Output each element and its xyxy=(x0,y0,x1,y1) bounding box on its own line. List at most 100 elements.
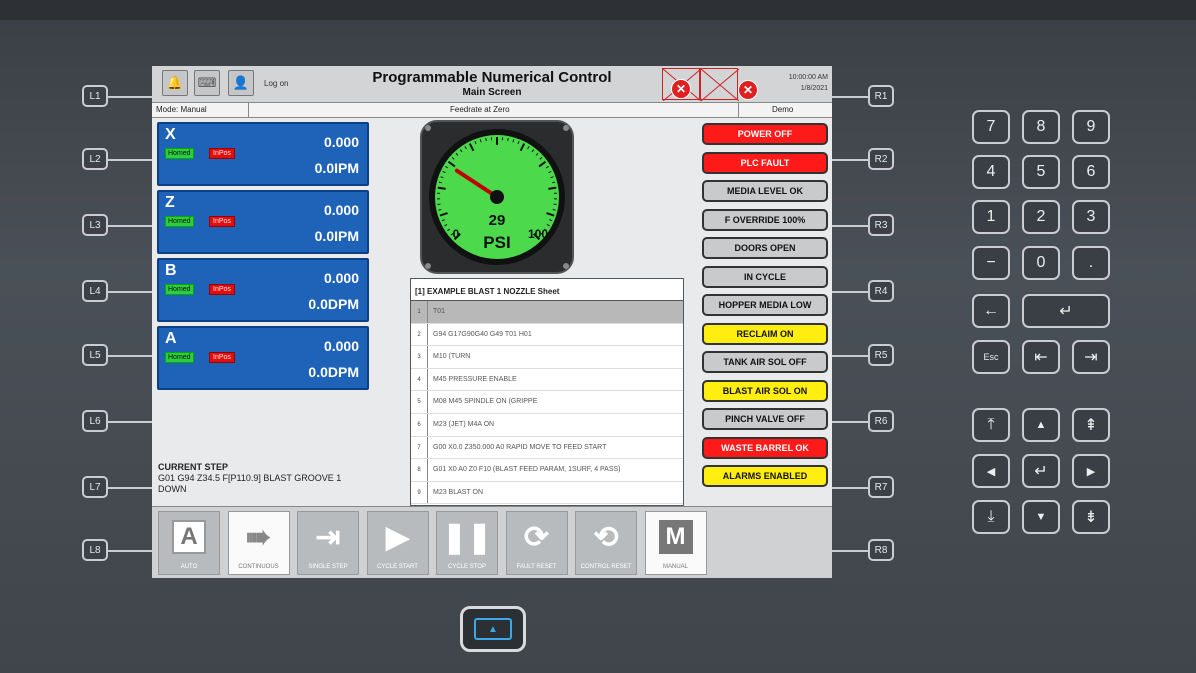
alarm-box-1[interactable]: ✕ xyxy=(662,68,701,101)
bottom-icon[interactable]: ⤓ xyxy=(972,500,1010,534)
key-1[interactable]: 1 xyxy=(972,200,1010,234)
cycle-start-button[interactable]: ▶ CYCLE START xyxy=(366,511,429,575)
manual-button[interactable]: M MANUAL xyxy=(644,511,707,575)
soft-key-l2[interactable]: L2 xyxy=(82,148,108,170)
status-button-blast-air-sol-on[interactable]: BLAST AIR SOL ON xyxy=(702,379,828,402)
nav-enter-icon[interactable]: ↵ xyxy=(1022,454,1060,488)
button-label: CYCLE START xyxy=(377,564,418,570)
connector-line xyxy=(108,487,152,489)
program-row[interactable]: 7 G00 X0.0 Z350.000 A0 RAPID MOVE TO FEED… xyxy=(411,436,683,460)
fault-reset-button[interactable]: ⟳ FAULT RESET xyxy=(505,511,568,575)
key-2[interactable]: 2 xyxy=(1022,200,1060,234)
status-button-plc-fault[interactable]: PLC FAULT xyxy=(702,151,828,174)
program-row[interactable]: 5 M08 M45 SPINDLE ON (GRIPPE xyxy=(411,391,683,414)
top-icon[interactable]: ⤒ xyxy=(972,408,1010,442)
play-icon-wrap: ▶ xyxy=(368,518,428,556)
soft-key-r1[interactable]: R1 xyxy=(868,85,894,107)
soft-key-r7[interactable]: R7 xyxy=(868,476,894,498)
alarm-box-3[interactable]: ✕ xyxy=(730,68,768,100)
soft-key-r3[interactable]: R3 xyxy=(868,214,894,236)
soft-key-l6[interactable]: L6 xyxy=(82,410,108,432)
soft-key-r6[interactable]: R6 xyxy=(868,410,894,432)
key-0[interactable]: 0 xyxy=(1022,246,1060,280)
status-button-tank-air-sol-off[interactable]: TANK AIR SOL OFF xyxy=(702,351,828,373)
arrow-down-icon[interactable]: ▼ xyxy=(1022,500,1060,534)
status-button-alarms-enabled[interactable]: ALARMS ENABLED xyxy=(702,465,828,487)
program-row[interactable]: 4 M45 PRESSURE ENABLE xyxy=(411,368,683,392)
soft-key-r8[interactable]: R8 xyxy=(868,539,894,561)
program-row[interactable]: 2 G94 G17G90G40 G49 T01 H01 xyxy=(411,323,683,347)
program-row[interactable]: 6 M23 (JET) M4A ON xyxy=(411,413,683,437)
key-9[interactable]: 9 xyxy=(1072,110,1110,144)
soft-key-l8[interactable]: L8 xyxy=(82,539,108,561)
continuous-button[interactable]: ➠ CONTINUOUS xyxy=(227,511,290,575)
esc-key[interactable]: Esc xyxy=(972,340,1010,374)
soft-key-l3[interactable]: L3 xyxy=(82,214,108,236)
soft-key-l4[interactable]: L4 xyxy=(82,280,108,302)
program-row[interactable]: 3 M10 (TURN xyxy=(411,346,683,369)
soft-key-r2[interactable]: R2 xyxy=(868,148,894,170)
program-list[interactable]: [1] EXAMPLE BLAST 1 NOZZLE Sheet 1 T01 2 G9… xyxy=(410,278,684,506)
key-3[interactable]: 3 xyxy=(1072,200,1110,234)
axis-panel-x[interactable]: X 0.000 0.0IPM Homed InPos xyxy=(157,122,369,186)
program-line-number: 7 xyxy=(411,436,428,459)
key-decimal[interactable]: . xyxy=(1072,246,1110,280)
enter-icon[interactable]: ↵ xyxy=(1022,294,1110,328)
axis-panel-b[interactable]: B 0.000 0.0DPM Homed InPos xyxy=(157,258,369,322)
key-5[interactable]: 5 xyxy=(1022,155,1060,189)
soft-key-r5[interactable]: R5 xyxy=(868,344,894,366)
soft-key-l7[interactable]: L7 xyxy=(82,476,108,498)
axis-feed: 0.0IPM xyxy=(314,160,359,176)
axis-name: B xyxy=(165,262,177,279)
status-button-pinch-valve-off[interactable]: PINCH VALVE OFF xyxy=(702,408,828,430)
page-down-icon[interactable]: ⇟ xyxy=(1072,500,1110,534)
program-row[interactable]: 1 T01 xyxy=(411,301,683,324)
axis-panel-a[interactable]: A 0.000 0.0DPM Homed InPos xyxy=(157,326,369,390)
status-button-reclaim-on[interactable]: RECLAIM ON xyxy=(702,322,828,345)
status-button-hopper-media-low[interactable]: HOPPER MEDIA LOW xyxy=(702,294,828,316)
key-7[interactable]: 7 xyxy=(972,110,1010,144)
auto-icon-wrap: A xyxy=(159,518,219,556)
button-label: FAULT RESET xyxy=(516,564,557,570)
program-row[interactable]: 9 M23 BLAST ON xyxy=(411,481,683,505)
key-minus[interactable]: − xyxy=(972,246,1010,280)
current-step: CURRENT STEP G01 G94 Z34.5 F[P110.9] BLA… xyxy=(158,462,408,495)
user-icon[interactable]: 👤 xyxy=(228,70,254,96)
gauge-unit: PSI xyxy=(483,233,510,252)
single-step-button[interactable]: ⇥ SINGLE STEP xyxy=(297,511,359,575)
arrow-up-icon[interactable]: ▲ xyxy=(1022,408,1060,442)
axis-panel-z[interactable]: Z 0.000 0.0IPM Homed InPos xyxy=(157,190,369,254)
status-button-power-off[interactable]: POWER OFF xyxy=(702,123,828,145)
current-step-label: CURRENT STEP xyxy=(158,462,229,472)
next-field-icon[interactable]: ⇥ xyxy=(1072,340,1110,374)
soft-key-l5[interactable]: L5 xyxy=(82,344,108,366)
bell-icon[interactable]: 🔔 xyxy=(162,70,188,96)
control-reset-button[interactable]: ⟲ CONTROL RESET xyxy=(575,511,637,575)
single-step-icon: ⇥ xyxy=(315,520,341,554)
arrow-left-icon[interactable]: ◀ xyxy=(972,454,1010,488)
button-label: CONTROL RESET xyxy=(580,564,632,570)
status-button-doors-open[interactable]: DOORS OPEN xyxy=(702,237,828,259)
key-4[interactable]: 4 xyxy=(972,155,1010,189)
arrow-right-icon[interactable]: ▶ xyxy=(1072,454,1110,488)
status-button-waste-barrel-ok[interactable]: WASTE BARREL OK xyxy=(702,436,828,459)
logon-label[interactable]: Log on xyxy=(264,79,288,88)
cycle-stop-button[interactable]: ❚❚ CYCLE STOP xyxy=(436,511,498,575)
keyboard-icon[interactable]: ⌨ xyxy=(194,70,220,96)
status-button-media-level-ok[interactable]: MEDIA LEVEL OK xyxy=(702,180,828,202)
home-button[interactable]: ▲ xyxy=(460,606,526,652)
key-6[interactable]: 6 xyxy=(1072,155,1110,189)
program-row[interactable]: 8 G01 X0 A0 Z0 F10 (BLAST FEED PARAM, 1SU… xyxy=(411,459,683,482)
backspace-icon[interactable]: ← xyxy=(972,294,1010,328)
prev-field-icon[interactable]: ⇤ xyxy=(1022,340,1060,374)
auto-button[interactable]: A AUTO xyxy=(158,511,220,575)
axis-name: X xyxy=(165,126,176,143)
key-8[interactable]: 8 xyxy=(1022,110,1060,144)
soft-key-r4[interactable]: R4 xyxy=(868,280,894,302)
status-button-in-cycle[interactable]: IN CYCLE xyxy=(702,265,828,288)
auto-icon: A xyxy=(172,520,206,554)
soft-key-l1[interactable]: L1 xyxy=(82,85,108,107)
gauge-tick xyxy=(552,208,556,211)
status-button-f-override-100[interactable]: F OVERRIDE 100% xyxy=(702,208,828,231)
page-up-icon[interactable]: ⇞ xyxy=(1072,408,1110,442)
